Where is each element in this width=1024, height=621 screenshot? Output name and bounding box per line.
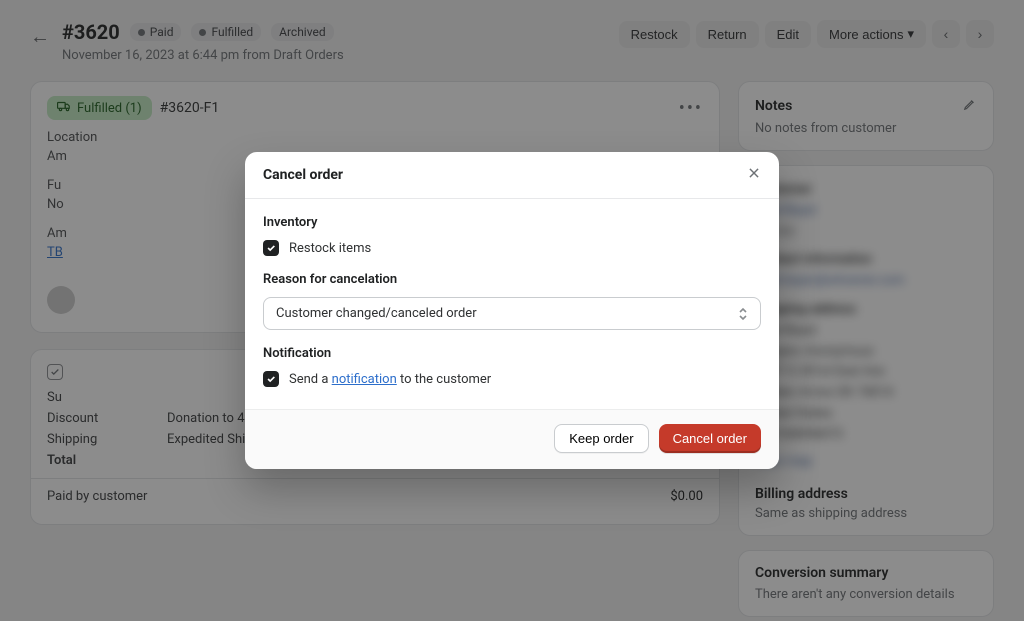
modal-overlay: Cancel order Inventory Restock items Rea… [0,0,1024,621]
close-icon[interactable] [747,166,761,184]
notification-link[interactable]: notification [332,372,397,387]
modal-title: Cancel order [263,167,343,183]
keep-order-button[interactable]: Keep order [554,424,648,453]
restock-checkbox-row[interactable]: Restock items [263,240,761,256]
select-chevron-icon [738,307,748,321]
cancel-order-button[interactable]: Cancel order [659,424,761,453]
notification-label: Notification [263,346,761,361]
notify-prefix: Send a [289,372,332,387]
notify-checkbox-row[interactable]: Send a notification to the customer [263,371,761,387]
reason-value: Customer changed/canceled order [276,306,477,321]
inventory-label: Inventory [263,215,761,230]
reason-select[interactable]: Customer changed/canceled order [263,297,761,330]
restock-label: Restock items [289,241,371,256]
checkbox-checked-icon [263,240,279,256]
notify-suffix: to the customer [397,372,491,387]
reason-label: Reason for cancelation [263,272,761,287]
checkbox-checked-icon [263,371,279,387]
cancel-order-modal: Cancel order Inventory Restock items Rea… [245,152,779,469]
